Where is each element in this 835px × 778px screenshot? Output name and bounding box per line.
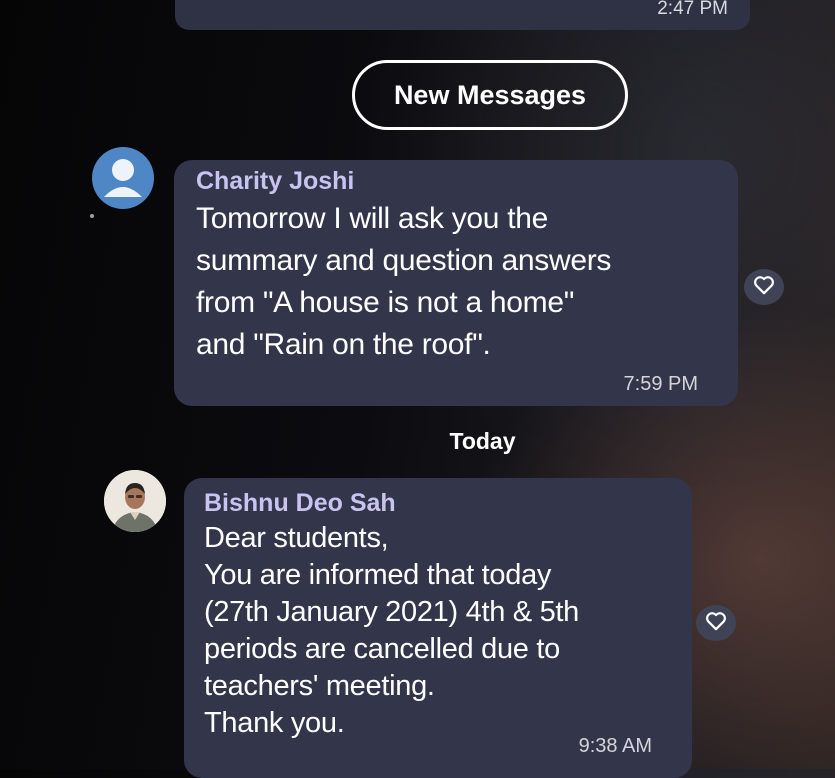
message-bubble[interactable]: Charity Joshi Tomorrow I will ask you th… [174,160,738,406]
status-dot [90,214,94,218]
message-bubble[interactable]: Bishnu Deo Sah Dear students, You are in… [184,478,692,778]
react-button[interactable] [744,269,784,305]
message-text: Tomorrow I will ask you the summary and … [196,202,612,361]
heart-icon [753,275,775,300]
day-divider: Today [449,428,516,454]
heart-icon [705,611,727,636]
message-text: Dear students, You are informed that tod… [204,522,579,739]
sender-name[interactable]: Bishnu Deo Sah [204,486,672,520]
previous-message-bubble[interactable]: 2:47 PM [175,0,750,30]
new-messages-button[interactable]: New Messages [352,60,628,130]
react-button[interactable] [696,605,736,641]
sender-name[interactable]: Charity Joshi [196,164,718,198]
message-time: 7:59 PM [623,373,698,395]
default-person-icon[interactable] [92,147,154,209]
profile-photo-avatar[interactable] [104,470,166,532]
message-time: 2:47 PM [657,0,728,19]
message-time: 9:38 AM [578,735,652,757]
